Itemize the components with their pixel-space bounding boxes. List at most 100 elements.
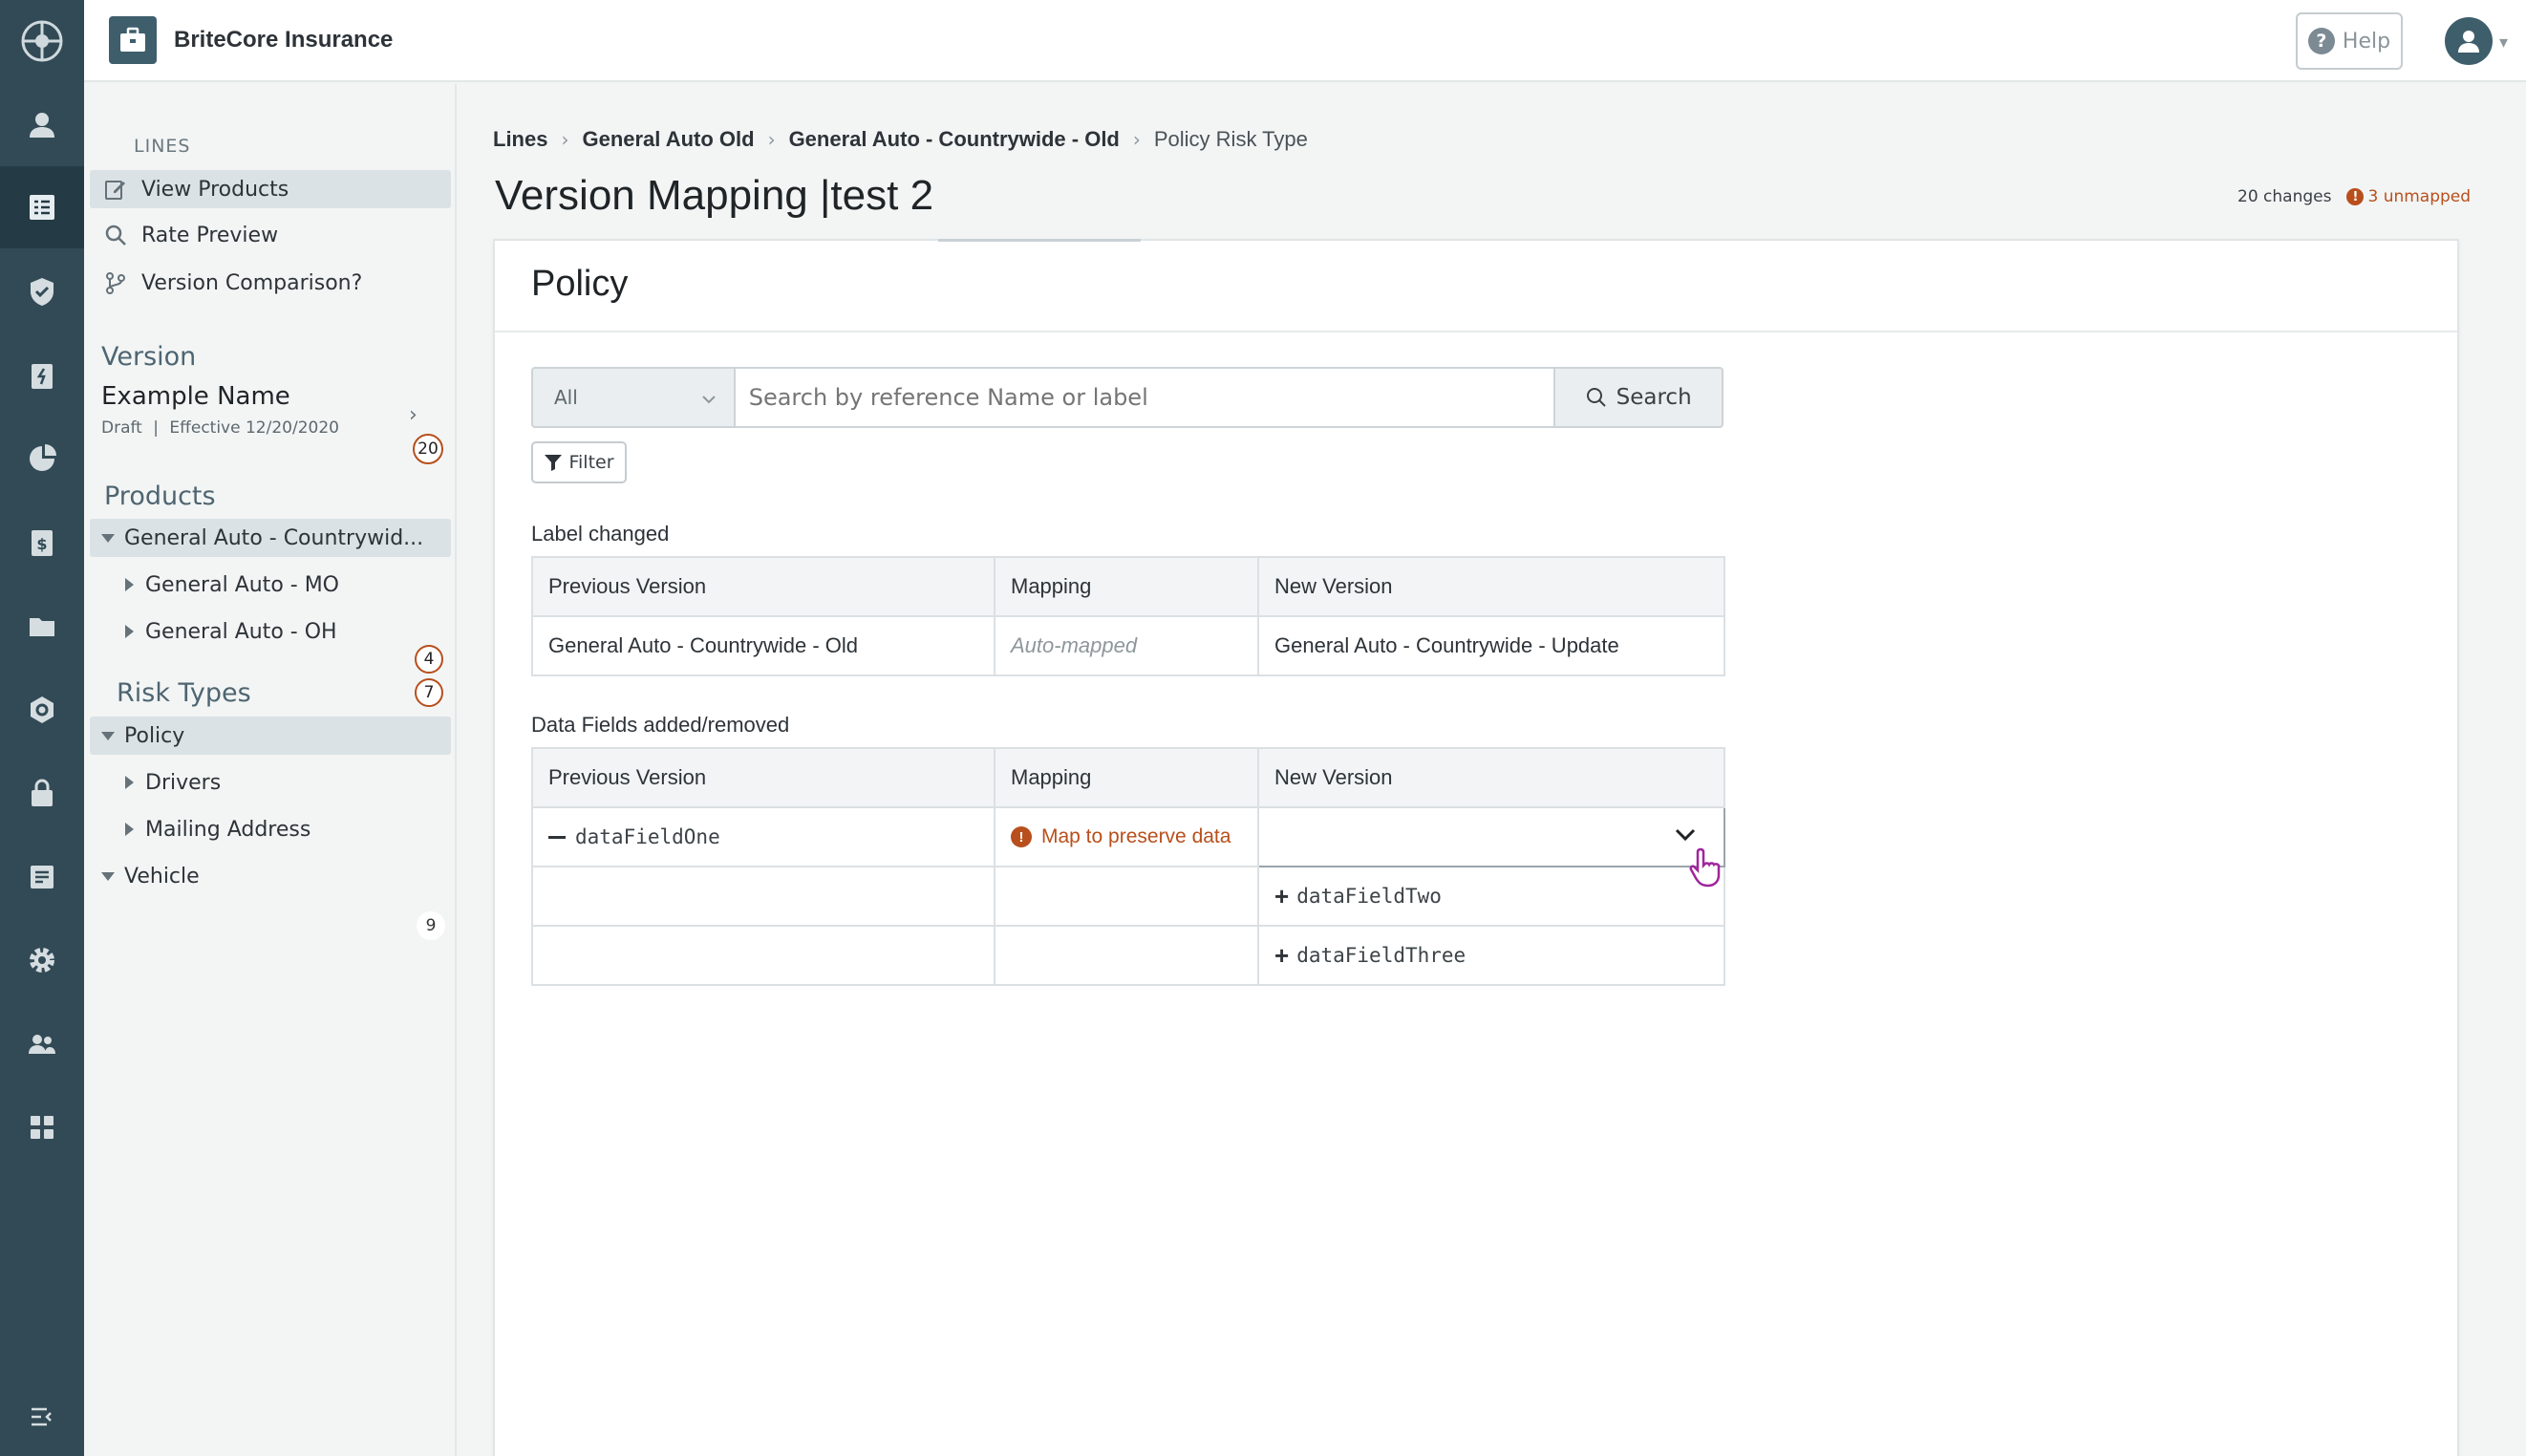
page-title: Version Mapping |test 2	[495, 172, 934, 219]
table-row: General Auto - Countrywide - Old Auto-ma…	[531, 615, 1725, 676]
previous-version-cell	[531, 925, 995, 986]
search-button[interactable]: Search	[1555, 367, 1723, 428]
users-icon[interactable]	[0, 1003, 84, 1085]
previous-version-cell: General Auto - Countrywide - Old	[531, 615, 995, 676]
tree-item-vehicle[interactable]: Vehicle	[90, 857, 451, 895]
tree-item-general-auto-oh[interactable]: General Auto - OH	[90, 612, 451, 651]
breadcrumb: Lines › General Auto Old › General Auto …	[493, 127, 1308, 152]
column-header: Previous Version	[531, 747, 995, 808]
version-name[interactable]: Example Name	[101, 382, 290, 411]
tree-item-label: Drivers	[145, 770, 222, 795]
card-header: Policy	[495, 241, 2457, 332]
sidebar-item-label: View Products	[141, 177, 289, 202]
type-select[interactable]: All	[531, 367, 736, 428]
collapse-icon[interactable]	[0, 1376, 84, 1456]
label-changed-heading: Label changed	[531, 522, 670, 546]
table-row: + dataFieldThree	[531, 925, 1725, 986]
added-field: dataFieldThree	[1296, 944, 1466, 967]
settings-icon[interactable]	[0, 919, 84, 1001]
tree-item-label: Vehicle	[124, 864, 200, 889]
breadcrumb-current: Policy Risk Type	[1153, 127, 1308, 151]
reports-icon[interactable]	[0, 418, 84, 500]
version-heading: Version	[101, 342, 197, 372]
new-version-cell[interactable]: + dataFieldThree	[1257, 925, 1725, 986]
lines-icon[interactable]	[0, 166, 84, 248]
caret-right-icon	[120, 770, 138, 795]
caret-down-icon	[99, 723, 117, 748]
tree-item-general-auto-countrywide[interactable]: General Auto - Countrywid...	[90, 519, 451, 557]
warning-icon: !	[1011, 826, 1032, 847]
table-row: + dataFieldTwo	[531, 866, 1725, 927]
breadcrumb-item[interactable]: Lines	[493, 127, 547, 152]
column-header: New Version	[1257, 747, 1725, 808]
data-fields-heading: Data Fields added/removed	[531, 713, 790, 737]
type-select-value: All	[554, 386, 578, 409]
brand[interactable]: BriteCore Insurance	[109, 16, 393, 64]
billing-icon[interactable]: $	[0, 502, 84, 584]
policies-icon[interactable]	[0, 250, 84, 332]
svg-text:$: $	[36, 535, 47, 553]
new-version-cell[interactable]: + dataFieldTwo	[1257, 866, 1725, 927]
top-bar: BriteCore Insurance ? Help ▾	[84, 0, 2526, 82]
new-version-dropdown[interactable]	[1257, 806, 1725, 867]
column-header: Previous Version	[531, 556, 995, 617]
integrations-icon[interactable]	[0, 669, 84, 751]
search-bar: All Search	[531, 367, 1723, 428]
chevron-down-icon	[701, 386, 717, 409]
help-button[interactable]: ? Help	[2296, 12, 2403, 70]
documents-icon[interactable]	[0, 585, 84, 667]
sidebar-item-label: Version Comparison?	[141, 270, 363, 295]
tree-item-drivers[interactable]: Drivers	[90, 763, 451, 802]
data-fields-table: Previous Version Mapping New Version dat…	[531, 747, 1725, 986]
search-input[interactable]	[735, 367, 1556, 428]
claims-icon[interactable]	[0, 334, 84, 417]
contacts-icon[interactable]	[0, 84, 84, 166]
apps-icon[interactable]	[0, 1086, 84, 1168]
security-icon[interactable]	[0, 752, 84, 834]
mapping-cell: ! Map to preserve data	[994, 806, 1259, 867]
breadcrumb-item[interactable]: General Auto Old	[582, 127, 754, 152]
sidebar-item-view-products[interactable]: View Products	[90, 170, 451, 208]
caret-down-icon	[99, 864, 117, 889]
tree-item-label: General Auto - Countrywid...	[124, 525, 424, 550]
plus-icon: +	[1274, 881, 1290, 910]
column-header: Mapping	[994, 556, 1259, 617]
caret-right-icon	[120, 572, 138, 597]
version-count-badge: 20	[413, 434, 443, 464]
chevron-right-icon: ›	[1132, 128, 1141, 151]
new-version-cell: General Auto - Countrywide - Update	[1257, 615, 1725, 676]
added-field: dataFieldTwo	[1296, 885, 1442, 908]
filter-button-label: Filter	[568, 452, 614, 473]
version-status: Draft	[101, 418, 142, 438]
help-icon: ?	[2307, 28, 2335, 54]
brand-name: BriteCore Insurance	[174, 27, 394, 53]
search-icon	[103, 223, 128, 247]
products-count-badge: 4	[415, 645, 443, 674]
filter-icon	[544, 453, 563, 472]
tree-item-general-auto-mo[interactable]: General Auto - MO	[90, 566, 451, 604]
search-icon	[1586, 387, 1607, 408]
version-meta: Draft | Effective 12/20/2020	[101, 418, 339, 438]
sidebar-item-rate-preview[interactable]: Rate Preview	[90, 216, 451, 254]
user-avatar[interactable]	[2445, 17, 2493, 65]
tree-item-label: Policy	[124, 723, 185, 748]
britecore-logo-icon[interactable]	[0, 0, 84, 82]
unmapped-count[interactable]: ! 3 unmapped	[2346, 187, 2471, 206]
filter-button[interactable]: Filter	[531, 441, 627, 483]
change-summary: 20 changes ! 3 unmapped	[2237, 187, 2471, 206]
chevron-down-icon[interactable]: ▾	[2499, 32, 2508, 53]
breadcrumb-item[interactable]: General Auto - Countrywide - Old	[789, 127, 1120, 152]
forms-icon[interactable]	[0, 836, 84, 918]
warning-icon: !	[2346, 188, 2365, 205]
tree-item-policy[interactable]: Policy	[90, 717, 451, 755]
column-header: New Version	[1257, 556, 1725, 617]
previous-version-cell	[531, 866, 995, 927]
chevron-right-icon[interactable]: ›	[409, 403, 417, 427]
changes-count: 20 changes	[2237, 187, 2332, 206]
sidebar-item-version-comparison[interactable]: Version Comparison?	[90, 264, 451, 302]
branch-icon	[103, 270, 128, 295]
tree-item-mailing-address[interactable]: Mailing Address	[90, 810, 451, 848]
chevron-right-icon: ›	[767, 128, 776, 151]
plus-icon: +	[1274, 940, 1290, 970]
sidebar: LINES View Products Rate Preview Version…	[84, 84, 457, 1456]
